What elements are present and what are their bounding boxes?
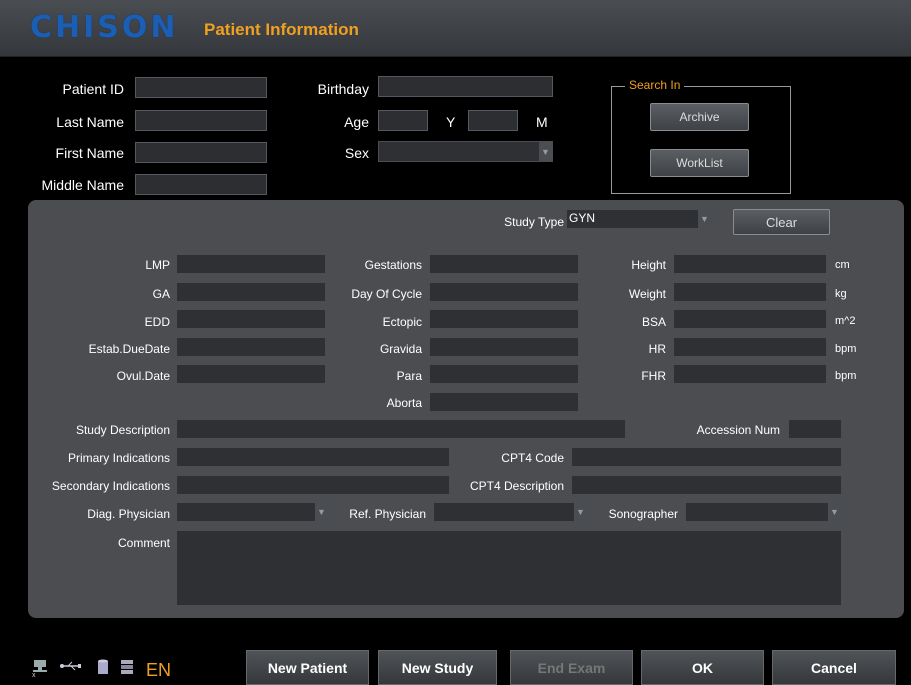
day-of-cycle-field[interactable] xyxy=(429,282,579,302)
aborta-field[interactable] xyxy=(429,392,579,412)
age-label: Age xyxy=(344,114,369,130)
sonographer-dropdown[interactable]: ▼ xyxy=(685,502,842,522)
day-of-cycle-label: Day Of Cycle xyxy=(351,287,422,301)
estab-due-date-field[interactable] xyxy=(176,337,326,357)
chevron-down-icon: ▼ xyxy=(828,503,841,521)
ref-physician-label: Ref. Physician xyxy=(349,507,426,521)
primary-indications-field[interactable] xyxy=(176,447,450,467)
bsa-label: BSA xyxy=(641,315,666,329)
ga-label: GA xyxy=(152,287,170,301)
cancel-button[interactable]: Cancel xyxy=(772,650,896,685)
ectopic-field[interactable] xyxy=(429,309,579,329)
middle-name-field[interactable] xyxy=(135,174,267,195)
cpt4-description-field[interactable] xyxy=(571,475,842,495)
usb-icon xyxy=(60,659,82,676)
birthday-label: Birthday xyxy=(317,81,369,97)
hr-field[interactable] xyxy=(673,337,827,357)
last-name-label: Last Name xyxy=(56,114,124,130)
secondary-indications-field[interactable] xyxy=(176,475,450,495)
weight-unit: kg xyxy=(835,288,847,300)
clear-button[interactable]: Clear xyxy=(733,209,830,235)
study-description-label: Study Description xyxy=(75,423,170,437)
chevron-down-icon: ▼ xyxy=(574,503,587,521)
first-name-field[interactable] xyxy=(135,142,267,163)
storage-icon xyxy=(97,659,109,679)
gestations-field[interactable] xyxy=(429,254,579,274)
hr-unit: bpm xyxy=(835,343,857,355)
chevron-down-icon: ▼ xyxy=(698,210,711,228)
cpt4-code-field[interactable] xyxy=(571,447,842,467)
cpt4-code-label: CPT4 Code xyxy=(501,451,564,465)
age-months-unit: M xyxy=(536,114,548,130)
language-indicator[interactable]: EN xyxy=(146,660,171,681)
diag-physician-dropdown[interactable]: ▼ xyxy=(176,502,329,522)
worklist-button[interactable]: WorkList xyxy=(650,149,749,177)
ok-button[interactable]: OK xyxy=(641,650,764,685)
weight-field[interactable] xyxy=(673,282,827,302)
new-study-button[interactable]: New Study xyxy=(378,650,497,685)
gravida-field[interactable] xyxy=(429,337,579,357)
lmp-field[interactable] xyxy=(176,254,326,274)
age-years-unit: Y xyxy=(446,114,456,130)
chevron-down-icon: ▼ xyxy=(315,503,328,521)
age-years-field[interactable] xyxy=(378,110,428,131)
cpt4-description-label: CPT4 Description xyxy=(469,479,564,493)
fhr-label: FHR xyxy=(641,369,666,383)
ectopic-label: Ectopic xyxy=(382,315,422,329)
end-exam-button[interactable]: End Exam xyxy=(510,650,633,685)
weight-label: Weight xyxy=(628,287,666,301)
chevron-down-icon: ▼ xyxy=(539,142,552,161)
ovul-date-field[interactable] xyxy=(176,364,326,384)
height-label: Height xyxy=(631,258,666,272)
first-name-label: First Name xyxy=(55,145,124,161)
accession-num-field[interactable] xyxy=(788,419,842,439)
height-field[interactable] xyxy=(673,254,827,274)
para-field[interactable] xyxy=(429,364,579,384)
network-disconnected-icon: x xyxy=(32,659,48,681)
middle-name-label: Middle Name xyxy=(41,177,124,193)
study-type-label: Study Type xyxy=(504,215,564,229)
bsa-field[interactable] xyxy=(673,309,827,329)
study-type-value: GYN xyxy=(569,211,596,225)
archive-button[interactable]: Archive xyxy=(650,103,749,131)
hr-label: HR xyxy=(648,342,666,356)
lmp-label: LMP xyxy=(145,258,170,272)
accession-num-label: Accession Num xyxy=(696,423,780,437)
secondary-indications-label: Secondary Indications xyxy=(51,479,170,493)
fhr-field[interactable] xyxy=(673,364,827,384)
sex-dropdown[interactable]: ▼ xyxy=(378,141,553,162)
new-patient-button[interactable]: New Patient xyxy=(246,650,369,685)
age-months-field[interactable] xyxy=(468,110,518,131)
fhr-unit: bpm xyxy=(835,370,857,382)
gravida-label: Gravida xyxy=(379,342,422,356)
estab-due-date-label: Estab.DueDate xyxy=(88,342,170,356)
edd-field[interactable] xyxy=(176,309,326,329)
ref-physician-dropdown[interactable]: ▼ xyxy=(433,502,588,522)
edd-label: EDD xyxy=(144,315,170,329)
gestations-label: Gestations xyxy=(364,258,422,272)
height-unit: cm xyxy=(835,259,850,271)
patient-id-field[interactable] xyxy=(135,77,267,98)
study-description-field[interactable] xyxy=(176,419,626,439)
comment-field[interactable] xyxy=(176,530,842,606)
page-title: Patient Information xyxy=(204,20,359,39)
printer-icon xyxy=(120,659,134,679)
svg-text:x: x xyxy=(32,672,36,677)
ovul-date-label: Ovul.Date xyxy=(116,369,170,383)
comment-label: Comment xyxy=(117,536,170,550)
birthday-field[interactable] xyxy=(378,76,553,97)
primary-indications-label: Primary Indications xyxy=(67,451,170,465)
para-label: Para xyxy=(396,369,422,383)
sex-label: Sex xyxy=(344,145,369,161)
search-in-label: Search In xyxy=(625,78,685,92)
aborta-label: Aborta xyxy=(386,396,422,410)
study-type-dropdown[interactable]: GYN ▼ xyxy=(566,209,712,229)
ga-field[interactable] xyxy=(176,282,326,302)
patient-id-label: Patient ID xyxy=(62,81,124,97)
sonographer-label: Sonographer xyxy=(608,507,678,521)
diag-physician-label: Diag. Physician xyxy=(87,507,170,521)
chison-logo: CHISON xyxy=(30,10,179,45)
last-name-field[interactable] xyxy=(135,110,267,131)
bsa-unit: m^2 xyxy=(835,315,856,327)
